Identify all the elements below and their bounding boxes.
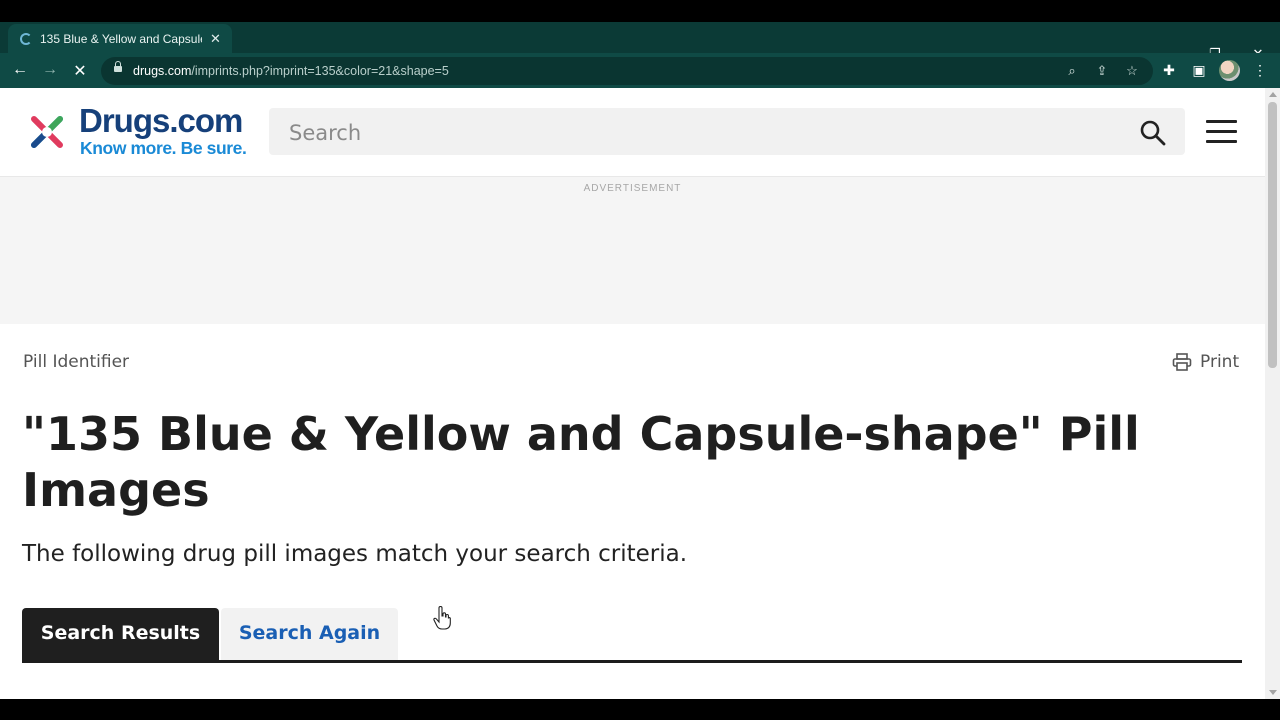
- print-label: Print: [1200, 352, 1240, 372]
- tab-search-results[interactable]: Search Results: [22, 608, 219, 660]
- web-page: Drugs.com Know more. Be sure. ADVERTISEM…: [0, 88, 1265, 699]
- advertisement-label: ADVERTISEMENT: [583, 183, 682, 194]
- loading-spinner-icon: [20, 32, 32, 45]
- browser-toolbar: ← → ✕ drugs.com/imprints.php?imprint=135…: [0, 53, 1280, 88]
- scroll-up-icon[interactable]: [1269, 92, 1277, 97]
- page-scrollbar[interactable]: [1265, 88, 1280, 699]
- hand-cursor-icon: [433, 606, 451, 630]
- address-bar[interactable]: drugs.com/imprints.php?imprint=135&color…: [101, 57, 1153, 85]
- zoom-icon[interactable]: ⌕: [1063, 63, 1081, 79]
- print-button[interactable]: Print: [1172, 351, 1239, 373]
- screen-bottom-border: [0, 699, 1280, 720]
- tab-close-icon[interactable]: ✕: [210, 31, 221, 47]
- logo-name[interactable]: Drugs.com: [79, 102, 243, 140]
- profile-avatar[interactable]: [1219, 60, 1240, 81]
- forward-icon[interactable]: →: [40, 61, 60, 79]
- share-icon[interactable]: ⇪: [1093, 63, 1111, 79]
- scrollbar-thumb[interactable]: [1268, 102, 1277, 368]
- back-icon[interactable]: ←: [10, 61, 30, 79]
- screen-top-border: [0, 0, 1280, 22]
- url-text[interactable]: drugs.com/imprints.php?imprint=135&color…: [133, 64, 449, 78]
- lock-icon[interactable]: [114, 61, 122, 72]
- site-header: Drugs.com Know more. Be sure.: [0, 88, 1265, 177]
- search-icon[interactable]: [1139, 119, 1167, 147]
- breadcrumb-pill-identifier[interactable]: Pill Identifier: [23, 352, 129, 372]
- logo-tagline: Know more. Be sure.: [80, 138, 247, 158]
- side-panel-icon[interactable]: ▣: [1189, 62, 1209, 79]
- result-tabs: Search Results Search Again: [22, 608, 1242, 663]
- stop-loading-icon[interactable]: ✕: [70, 61, 90, 81]
- advertisement-area: ADVERTISEMENT: [0, 177, 1265, 324]
- scroll-down-icon[interactable]: [1269, 690, 1277, 695]
- bookmark-star-icon[interactable]: ☆: [1123, 63, 1141, 79]
- tab-title: 135 Blue & Yellow and Capsule-s: [40, 31, 202, 46]
- browser-tab[interactable]: 135 Blue & Yellow and Capsule-s ✕: [8, 24, 232, 53]
- drugs-logo-icon[interactable]: [22, 107, 72, 157]
- hamburger-menu-icon[interactable]: [1206, 120, 1237, 144]
- page-title: "135 Blue & Yellow and Capsule-shape" Pi…: [22, 407, 1140, 517]
- lead-text: The following drug pill images match you…: [22, 541, 688, 567]
- printer-icon: [1172, 353, 1192, 371]
- browser-menu-icon[interactable]: ⋮: [1250, 62, 1270, 79]
- search-input[interactable]: [287, 119, 1111, 147]
- browser-tab-strip: 135 Blue & Yellow and Capsule-s ✕ + ⌄ – …: [0, 22, 1280, 70]
- site-search-bar: [269, 108, 1185, 155]
- extensions-icon[interactable]: ✚: [1159, 62, 1179, 79]
- tab-search-again[interactable]: Search Again: [221, 608, 398, 660]
